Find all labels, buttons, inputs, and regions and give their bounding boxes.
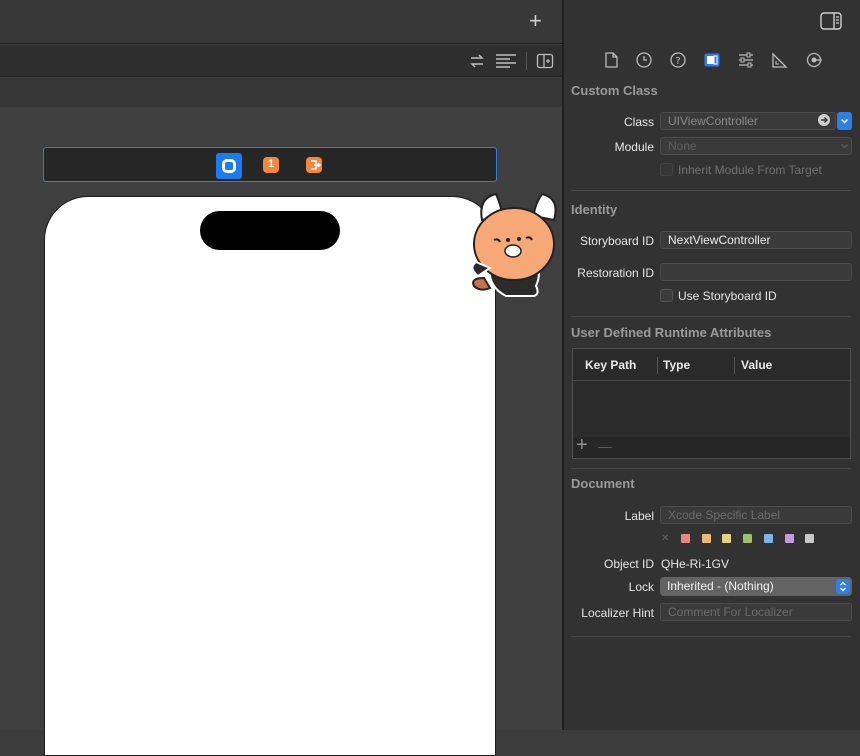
restoration-id-label: Restoration ID — [577, 266, 654, 280]
size-icon[interactable] — [771, 51, 789, 69]
section-divider — [571, 316, 851, 317]
related-items-icon[interactable] — [468, 53, 486, 69]
add-editor-icon[interactable] — [536, 53, 554, 69]
editor-tab-bar: + — [0, 0, 562, 44]
inspector-tabs: ? — [564, 46, 860, 74]
label-color-swatch[interactable] — [805, 534, 815, 543]
cat-mascot-icon — [471, 192, 557, 297]
inspector-toggle-icon[interactable] — [820, 12, 842, 30]
storyboard-id-field[interactable]: NextViewController — [660, 231, 852, 249]
module-chevron-icon — [840, 143, 849, 149]
section-divider — [571, 468, 851, 469]
navigate-to-class-icon[interactable] — [817, 113, 831, 127]
lock-popup-value: Inherited - (Nothing) — [667, 579, 774, 593]
object-id-value: QHe-Ri-1GV — [661, 557, 730, 571]
identity-header: Identity — [571, 202, 618, 217]
column-type[interactable]: Type — [663, 358, 690, 372]
column-value[interactable]: Value — [741, 358, 772, 372]
use-storyboard-id-label: Use Storyboard ID — [678, 289, 777, 303]
runtime-attributes-header: User Defined Runtime Attributes — [571, 325, 772, 340]
column-key-path[interactable]: Key Path — [585, 358, 636, 372]
class-label: Class — [623, 115, 654, 129]
inspector-top-bar — [564, 0, 860, 44]
column-separator — [734, 357, 735, 374]
label-color-swatch[interactable] — [763, 534, 773, 543]
lock-popup[interactable]: Inherited - (Nothing) — [660, 577, 852, 596]
jump-bar — [0, 45, 562, 77]
scene-dock[interactable]: 1 — [43, 147, 497, 182]
history-icon[interactable] — [635, 51, 653, 69]
label-color-swatch[interactable] — [722, 534, 732, 543]
attributes-icon[interactable] — [737, 51, 755, 69]
label-color-swatch[interactable] — [701, 534, 711, 543]
identity-inspector: ? Custom Class Class UIViewController Mo… — [564, 0, 860, 730]
lock-updown-icon — [836, 579, 850, 594]
identity-icon[interactable] — [703, 51, 721, 69]
help-icon[interactable]: ? — [669, 51, 687, 69]
label-color-swatch[interactable] — [784, 534, 794, 543]
jump-bar-divider — [526, 52, 527, 70]
connections-icon[interactable] — [805, 51, 823, 69]
section-divider — [571, 636, 851, 637]
table-footer: + — — [573, 434, 850, 458]
table-header: Key Path Type Value — [573, 349, 850, 381]
first-responder-icon[interactable]: 1 — [263, 157, 279, 173]
use-storyboard-id-checkbox[interactable] — [660, 289, 673, 302]
label-color-swatch[interactable] — [743, 534, 753, 543]
clear-label-color-button[interactable]: ✕ — [661, 533, 669, 544]
column-separator — [657, 357, 658, 374]
storyboard-id-label: Storyboard ID — [579, 234, 654, 248]
section-divider — [571, 190, 851, 191]
class-dropdown-button[interactable] — [837, 112, 852, 130]
custom-class-header: Custom Class — [571, 83, 658, 98]
module-field[interactable]: None — [660, 137, 852, 155]
restoration-id-field[interactable] — [660, 263, 852, 281]
iphone-frame[interactable] — [44, 196, 496, 756]
add-tab-button[interactable]: + — [529, 9, 542, 33]
class-field[interactable]: UIViewController — [660, 112, 836, 130]
inherit-module-label: Inherit Module From Target — [678, 163, 822, 177]
document-header: Document — [571, 476, 635, 491]
exit-icon[interactable] — [306, 157, 322, 173]
label-color-swatch[interactable] — [681, 534, 690, 543]
dynamic-island — [200, 211, 340, 250]
remove-attribute-button[interactable]: — — [598, 438, 612, 454]
editor-strip — [0, 78, 562, 107]
label-label: Label — [624, 509, 654, 523]
svg-text:?: ? — [675, 56, 680, 67]
chevron-down-icon — [840, 118, 849, 124]
runtime-attributes-table[interactable]: Key Path Type Value + — — [572, 348, 851, 459]
localizer-hint-field[interactable]: Comment For Localizer — [660, 603, 852, 621]
inherit-module-checkbox[interactable] — [660, 163, 673, 176]
view-controller-icon[interactable] — [216, 153, 242, 179]
add-attribute-button[interactable]: + — [576, 434, 588, 457]
lock-label: Lock — [628, 580, 654, 594]
localizer-hint-label: Localizer Hint — [581, 606, 654, 620]
file-icon[interactable] — [602, 51, 620, 69]
object-id-label: Object ID — [603, 557, 654, 571]
editor-options-icon[interactable] — [495, 53, 517, 69]
module-label: Module — [614, 140, 654, 154]
label-field[interactable]: Xcode Specific Label — [660, 506, 852, 524]
